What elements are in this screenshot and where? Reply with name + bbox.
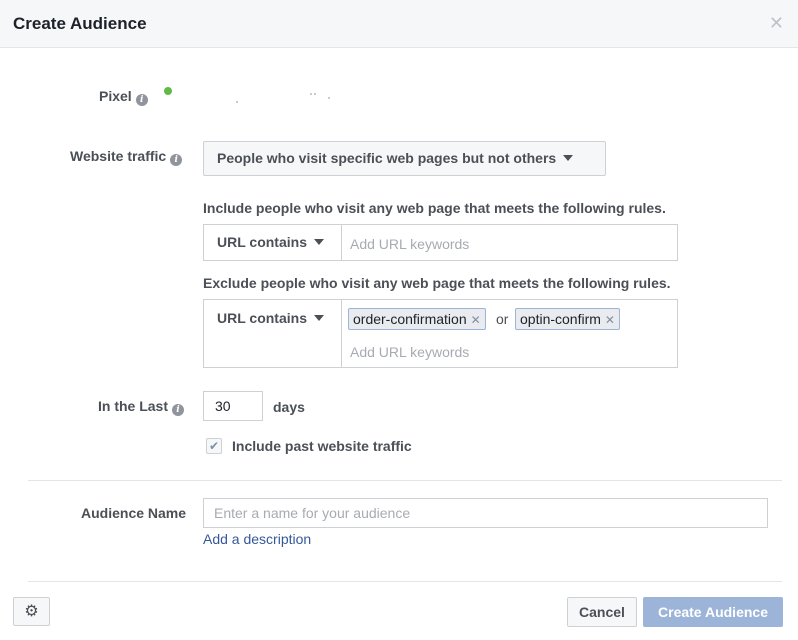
pixel-label: Pixel: [99, 88, 132, 104]
exclude-rule-box: URL contains order-confirmation ✕ or opti…: [203, 299, 678, 368]
audience-name-input[interactable]: Enter a name for your audience: [203, 498, 768, 528]
website-traffic-label: Website traffic: [70, 148, 167, 164]
token-joiner: or: [496, 311, 509, 327]
exclude-condition-label: URL contains: [217, 310, 307, 326]
section-divider: [28, 480, 782, 481]
info-icon[interactable]: i: [135, 94, 148, 106]
remove-token-icon[interactable]: ✕: [471, 313, 481, 327]
pixel-name-redacted: [236, 93, 336, 103]
footer-divider: [28, 581, 782, 582]
days-input[interactable]: 30: [203, 391, 263, 421]
chevron-down-icon: [563, 155, 574, 161]
cancel-button[interactable]: Cancel: [567, 597, 637, 627]
website-traffic-selected: People who visit specific web pages but …: [217, 150, 557, 166]
checkmark-icon: ✔: [208, 439, 220, 453]
exclude-condition-dropdown[interactable]: URL contains: [204, 300, 342, 367]
audience-name-label: Audience Name: [81, 505, 187, 521]
close-icon[interactable]: ✕: [769, 13, 784, 33]
create-audience-dialog: Create Audience ✕ Pixel i Website traffic…: [0, 0, 798, 640]
exclude-keyword-input[interactable]: Add URL keywords: [350, 344, 469, 360]
chevron-down-icon: [313, 239, 324, 245]
url-keyword-token[interactable]: optin-confirm ✕: [515, 308, 620, 330]
remove-token-icon[interactable]: ✕: [605, 313, 615, 327]
include-condition-dropdown[interactable]: URL contains: [204, 225, 342, 260]
settings-button[interactable]: ⚙: [13, 597, 50, 626]
add-description-link[interactable]: Add a description: [203, 531, 311, 547]
url-keyword-token[interactable]: order-confirmation ✕: [348, 308, 486, 330]
token-label: order-confirmation: [353, 311, 467, 327]
in-the-last-label-row: In the Last i: [98, 398, 185, 416]
gear-icon: ⚙: [24, 603, 39, 620]
include-rule-box: URL contains Add URL keywords: [203, 224, 678, 261]
info-icon[interactable]: i: [172, 404, 185, 416]
website-traffic-label-row: Website traffic i: [70, 148, 183, 166]
days-unit-label: days: [273, 399, 305, 415]
include-past-traffic-checkbox[interactable]: ✔: [206, 438, 222, 454]
include-condition-label: URL contains: [217, 234, 307, 250]
dialog-header: Create Audience ✕: [0, 0, 798, 48]
token-label: optin-confirm: [520, 311, 601, 327]
pixel-label-row: Pixel i: [99, 88, 148, 106]
website-traffic-dropdown[interactable]: People who visit specific web pages but …: [203, 141, 606, 176]
exclude-rule-text: Exclude people who visit any web page th…: [203, 275, 671, 291]
dialog-title: Create Audience: [13, 14, 147, 33]
in-the-last-label: In the Last: [98, 398, 169, 414]
include-rule-text: Include people who visit any web page th…: [203, 200, 666, 216]
create-audience-button[interactable]: Create Audience: [643, 597, 783, 627]
pixel-status-dot: [164, 87, 172, 95]
include-keyword-input[interactable]: Add URL keywords: [350, 236, 469, 252]
chevron-down-icon: [313, 315, 324, 321]
info-icon[interactable]: i: [170, 154, 183, 166]
include-past-traffic-label: Include past website traffic: [232, 438, 412, 454]
